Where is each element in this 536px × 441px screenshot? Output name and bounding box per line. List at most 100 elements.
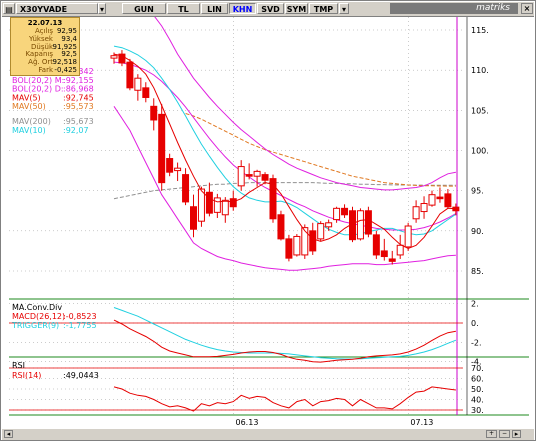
candle xyxy=(269,174,277,223)
toolbar-button-tmp[interactable]: TMP xyxy=(309,3,338,14)
candle-body xyxy=(182,174,190,203)
candle-body xyxy=(213,197,221,213)
candle-body xyxy=(174,167,182,172)
legend-label: MAV(50) xyxy=(12,102,46,111)
toolbar-button-svd[interactable]: SVD xyxy=(257,3,284,14)
candle-body xyxy=(245,174,253,177)
info-label: Açılış xyxy=(35,27,53,35)
candle xyxy=(452,203,460,216)
legend-value: :-1,7755 xyxy=(63,321,97,330)
price-axis-tick-label: 105. xyxy=(471,106,489,115)
candle xyxy=(428,190,436,207)
candle-body xyxy=(372,234,380,256)
legend-value: :92,155 xyxy=(63,76,94,85)
scroll-left-icon[interactable]: ◂ xyxy=(4,430,13,438)
legend-label: MAV(200) xyxy=(12,117,51,126)
info-value: -0,425 xyxy=(54,66,77,74)
info-label: Fark xyxy=(38,66,53,74)
candle-body xyxy=(158,113,166,184)
legend-value: :95,573 xyxy=(63,102,94,111)
legend-value: :92,07 xyxy=(63,126,89,135)
price-axis-tick-label: 100. xyxy=(471,147,489,156)
price-axis-tick-label: 85. xyxy=(471,267,484,276)
time-axis-tick-label: 06.13 xyxy=(236,418,259,427)
legend-value: :-0,8523 xyxy=(63,312,97,321)
candle-body xyxy=(380,250,388,258)
candle xyxy=(436,187,444,203)
candle-body xyxy=(356,210,364,240)
rsi-axis-tick-label: 60. xyxy=(471,375,484,384)
candle-body xyxy=(166,158,174,173)
candle-body xyxy=(126,61,134,89)
candle-body xyxy=(261,174,269,181)
legend-value: :92,745 xyxy=(63,93,94,102)
macd-axis-tick-label: -2. xyxy=(471,338,482,347)
legend-value: :95,673 xyxy=(63,117,94,126)
candle xyxy=(356,208,364,241)
candle xyxy=(388,250,396,265)
zoom-in-icon[interactable]: + xyxy=(486,430,497,438)
price-axis-tick-label: 90. xyxy=(471,227,484,236)
candle-body xyxy=(277,214,285,240)
candle-body xyxy=(150,105,158,121)
zoom-out-icon[interactable]: − xyxy=(499,430,510,438)
settings-icon[interactable]: ▤ xyxy=(3,3,15,14)
candle xyxy=(341,204,349,218)
candle xyxy=(444,189,452,209)
ohlc-info-box: 22.07.13 Açılış 92,95 Yüksek 93,4 Düşük 91,92… xyxy=(10,17,80,76)
toolbar-button-lin[interactable]: LIN xyxy=(201,3,228,14)
candle xyxy=(213,193,221,218)
candle xyxy=(134,74,142,101)
info-row: Fark -0,425 xyxy=(13,67,77,74)
rsi-axis-tick-label: 40. xyxy=(471,396,484,405)
chevron-down-icon[interactable]: ▾ xyxy=(339,3,349,14)
toolbar-button-khn[interactable]: KHN xyxy=(229,3,256,14)
brand-logo: matriks xyxy=(390,3,518,14)
bollinger-middle-line xyxy=(113,61,457,231)
candle-body xyxy=(412,206,420,220)
candle xyxy=(245,163,253,180)
candle-body xyxy=(285,238,293,259)
trigger-line xyxy=(113,307,457,360)
candle-body xyxy=(190,206,197,230)
scroll-right-icon[interactable]: ▸ xyxy=(512,430,521,438)
candle-body xyxy=(396,244,404,256)
toolbar-button-tl[interactable]: TL xyxy=(167,3,200,14)
candle-body xyxy=(420,203,428,213)
candle xyxy=(150,98,158,131)
legend-value: :49,0443 xyxy=(63,371,99,380)
candle xyxy=(158,103,166,191)
legend-label: BOL(20,2) M: xyxy=(12,76,64,85)
candle xyxy=(142,82,150,103)
candle xyxy=(325,219,333,231)
candle xyxy=(277,210,285,241)
macd-axis-tick-label: 0. xyxy=(471,319,479,328)
candle-body xyxy=(436,196,444,200)
price-axis-tick-label: 115. xyxy=(471,26,489,35)
chart-area: 85. 90. 95. 100. 105. 110. 115. 06.13 07.13 BOL(2… xyxy=(9,17,529,427)
toolbar-button-sym[interactable]: SYM xyxy=(285,3,308,14)
candle xyxy=(372,230,380,259)
candle xyxy=(364,206,372,238)
info-value: 93,4 xyxy=(61,34,77,43)
time-axis-tick-label: 07.13 xyxy=(410,418,433,427)
close-icon[interactable]: × xyxy=(521,3,533,14)
mav10-line xyxy=(113,45,457,236)
toolbar-button-gun[interactable]: GUN xyxy=(122,3,166,14)
chevron-down-icon[interactable]: ▾ xyxy=(98,3,106,14)
info-row: Yüksek 93,4 xyxy=(13,34,77,43)
legend-label: RSI(14) xyxy=(12,371,41,380)
mav50-line xyxy=(185,113,456,187)
chart-toolbar: ▤ X30YVADE ▾ GUN TL LIN KHN SVD SYM TMP ▾ matr… xyxy=(2,2,534,17)
candle xyxy=(380,238,388,261)
price-axis-tick-label: 110. xyxy=(471,66,489,75)
symbol-selector[interactable]: X30YVADE xyxy=(16,3,98,14)
price-axis-tick-label: 95. xyxy=(471,187,484,196)
legend-label: TRIGGER(9) xyxy=(11,321,59,330)
candle xyxy=(166,153,174,177)
info-value: 92,95 xyxy=(56,27,77,35)
macd-axis-tick-label: 2. xyxy=(471,300,479,309)
candle-body xyxy=(110,55,118,59)
candle xyxy=(285,234,293,262)
time-scrollbar[interactable]: ◂ + − ▸ xyxy=(2,429,534,440)
